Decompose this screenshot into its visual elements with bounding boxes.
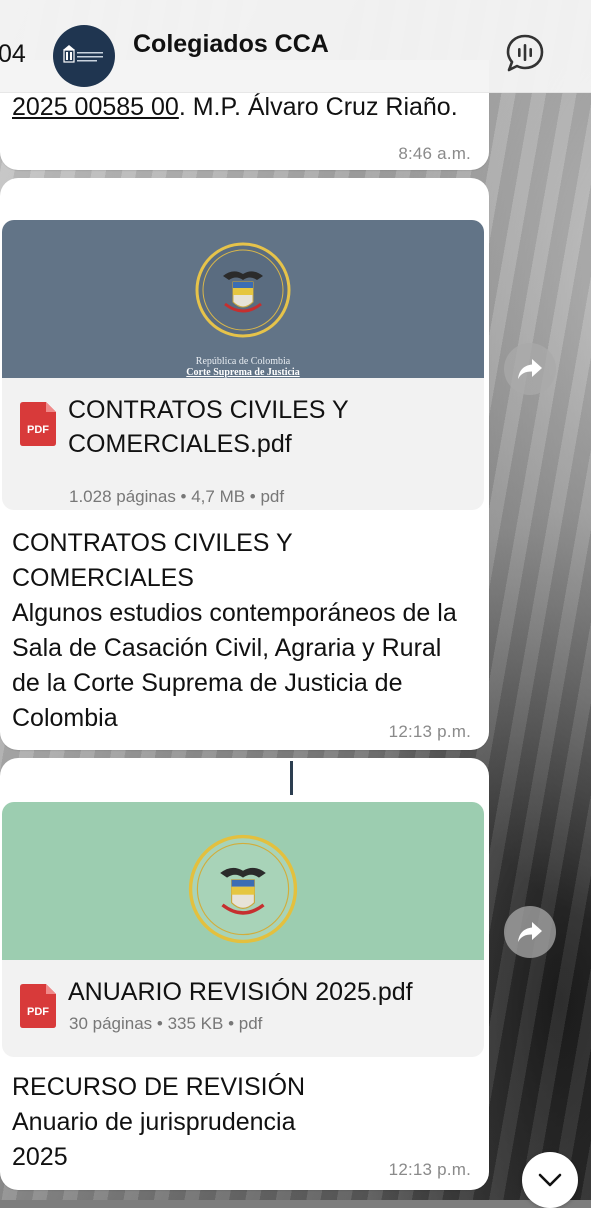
chevron-down-icon <box>538 1173 562 1187</box>
message-caption: CONTRATOS CIVILES Y COMERCIALES Algunos … <box>12 529 457 732</box>
file-name: CONTRATOS CIVILES Y COMERCIALES.pdf <box>68 396 349 458</box>
colombia-seal-icon <box>195 242 291 338</box>
file-name: ANUARIO REVISIÓN 2025.pdf <box>68 978 413 1006</box>
file-meta: 1.028 páginas • 4,7 MB • pdf <box>69 487 285 506</box>
svg-text:PDF: PDF <box>27 1006 49 1018</box>
message-text: 2025 00585 00. M.P. Álvaro Cruz Riaño. <box>12 90 472 125</box>
message-bubble[interactable]: PDF ANUARIO REVISIÓN 2025.pdf 30 páginas… <box>0 758 489 1190</box>
text-cursor-mark <box>290 761 293 795</box>
preview-caption-line1: República de Colombia <box>195 356 291 367</box>
forward-button[interactable] <box>504 343 556 395</box>
back-unread-count[interactable]: 04 <box>0 40 26 69</box>
forward-icon <box>518 922 542 942</box>
document-preview[interactable] <box>2 802 484 960</box>
forward-icon <box>518 359 542 379</box>
message-time: 12:13 p.m. <box>388 1160 471 1179</box>
institution-logo-icon <box>63 45 103 63</box>
forward-button[interactable] <box>504 906 556 958</box>
message-time: 8:46 a.m. <box>398 144 471 163</box>
colombia-seal-icon <box>188 834 298 944</box>
svg-text:PDF: PDF <box>27 424 49 436</box>
group-avatar[interactable] <box>53 25 115 87</box>
message-text-rest: . M.P. Álvaro Cruz Riaño. <box>178 93 458 121</box>
pdf-file-icon: PDF <box>20 402 56 446</box>
document-preview[interactable]: República de Colombia Corte Suprema de J… <box>2 220 484 378</box>
voice-chat-icon[interactable] <box>505 33 545 73</box>
chat-title[interactable]: Colegiados CCA <box>133 30 329 59</box>
chat-header: 04 Colegiados CCA <box>0 0 591 93</box>
message-bubble[interactable]: República de Colombia Corte Suprema de J… <box>0 178 489 750</box>
document-attachment[interactable]: República de Colombia Corte Suprema de J… <box>2 220 484 510</box>
pdf-file-icon: PDF <box>20 984 56 1028</box>
preview-caption-line2: Corte Suprema de Justicia <box>186 367 300 378</box>
file-meta: 30 páginas • 335 KB • pdf <box>69 1014 263 1033</box>
case-number-link[interactable]: 2025 00585 00 <box>12 93 179 121</box>
document-attachment[interactable]: PDF ANUARIO REVISIÓN 2025.pdf 30 páginas… <box>2 802 484 1057</box>
message-time: 12:13 p.m. <box>388 722 471 741</box>
